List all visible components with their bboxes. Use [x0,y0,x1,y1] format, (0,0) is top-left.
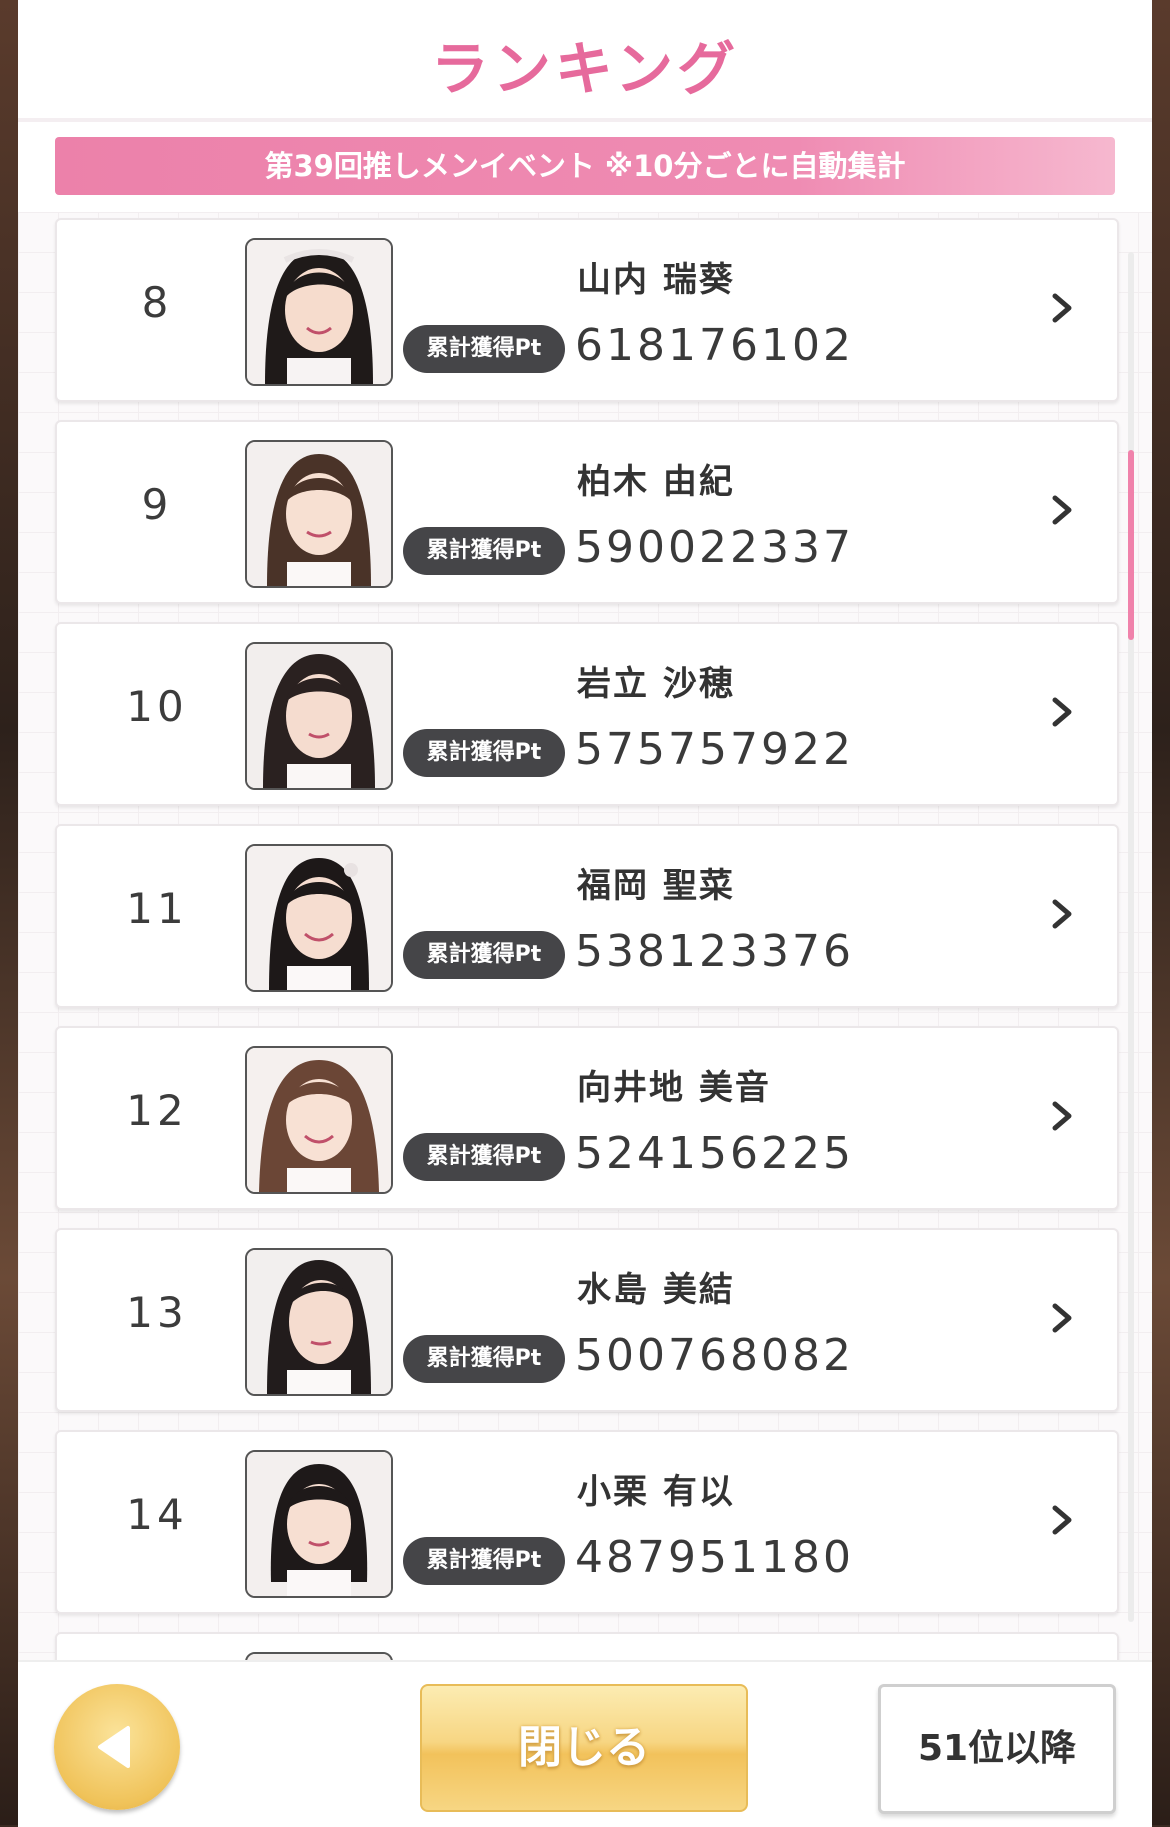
member-name: 岩立 沙穂 [577,664,735,704]
rank-number: 10 [126,682,188,731]
avatar [245,844,393,992]
avatar [245,440,393,588]
points-value: 500768082 [575,1330,854,1381]
rank-number: 13 [126,1288,188,1337]
member-name: 水島 美結 [577,1270,735,1310]
ranking-list[interactable]: 8 累計獲得Pt 山内 瑞葵 618176102 9 累計獲得Pt 柏木 由紀 … [18,212,1152,1660]
member-name: 柏木 由紀 [577,462,735,502]
ranking-row[interactable]: 10 累計獲得Pt 岩立 沙穂 575757922 [55,622,1119,806]
page-title: ランキング [430,35,740,103]
close-button[interactable]: 閉じる [420,1684,748,1812]
ranking-panel: ランキング 第39回推しメンイベント ※10分ごとに自動集計 8 累計獲得Pt … [18,0,1152,1827]
chevron-right-icon[interactable] [1047,1500,1077,1540]
ranking-row[interactable]: 12 累計獲得Pt 向井地 美音 524156225 [55,1026,1119,1210]
event-banner: 第39回推しメンイベント ※10分ごとに自動集計 [55,137,1115,195]
background-left [0,0,20,1825]
avatar [245,1248,393,1396]
ranking-row[interactable]: 13 累計獲得Pt 水島 美結 500768082 [55,1228,1119,1412]
rank-number: 9 [141,480,173,529]
rank-number: 12 [126,1086,188,1135]
rank-number: 14 [126,1490,188,1539]
points-value: 590022337 [575,522,854,573]
points-badge: 累計獲得Pt [403,1335,565,1383]
rank-number: 8 [141,278,173,327]
avatar [245,1046,393,1194]
points-badge: 累計獲得Pt [403,931,565,979]
points-badge: 累計獲得Pt [403,1133,565,1181]
points-badge: 累計獲得Pt [403,325,565,373]
background-right [1150,0,1170,1825]
avatar [245,1652,393,1660]
member-name: 山内 瑞葵 [577,260,735,300]
scrollbar-thumb[interactable] [1128,450,1134,640]
member-name: 福岡 聖菜 [577,866,735,906]
chevron-right-icon[interactable] [1047,692,1077,732]
avatar [245,642,393,790]
avatar [245,238,393,386]
points-badge: 累計獲得Pt [403,729,565,777]
avatar [245,1450,393,1598]
chevron-right-icon[interactable] [1047,1096,1077,1136]
footer: 閉じる 51位以降 [18,1660,1152,1827]
member-name: 向井地 美音 [577,1068,771,1108]
rank-number: 11 [126,884,188,933]
points-value: 524156225 [575,1128,854,1179]
points-value: 538123376 [575,926,854,977]
back-button[interactable] [54,1684,180,1810]
member-name: 小栗 有以 [577,1472,735,1512]
ranking-row[interactable]: 14 累計獲得Pt 小栗 有以 487951180 [55,1430,1119,1614]
chevron-right-icon[interactable] [1047,894,1077,934]
triangle-left-icon [98,1726,130,1768]
points-value: 618176102 [575,320,854,371]
ranking-row-partial[interactable] [55,1632,1119,1660]
ranking-row[interactable]: 8 累計獲得Pt 山内 瑞葵 618176102 [55,218,1119,402]
header: ランキング [18,0,1152,122]
ranking-row[interactable]: 9 累計獲得Pt 柏木 由紀 590022337 [55,420,1119,604]
points-badge: 累計獲得Pt [403,527,565,575]
points-value: 487951180 [575,1532,854,1583]
chevron-right-icon[interactable] [1047,288,1077,328]
chevron-right-icon[interactable] [1047,1298,1077,1338]
chevron-right-icon[interactable] [1047,490,1077,530]
ranking-row[interactable]: 11 累計獲得Pt 福岡 聖菜 538123376 [55,824,1119,1008]
points-value: 575757922 [575,724,854,775]
rank-51-onward-button[interactable]: 51位以降 [878,1684,1116,1814]
points-badge: 累計獲得Pt [403,1537,565,1585]
